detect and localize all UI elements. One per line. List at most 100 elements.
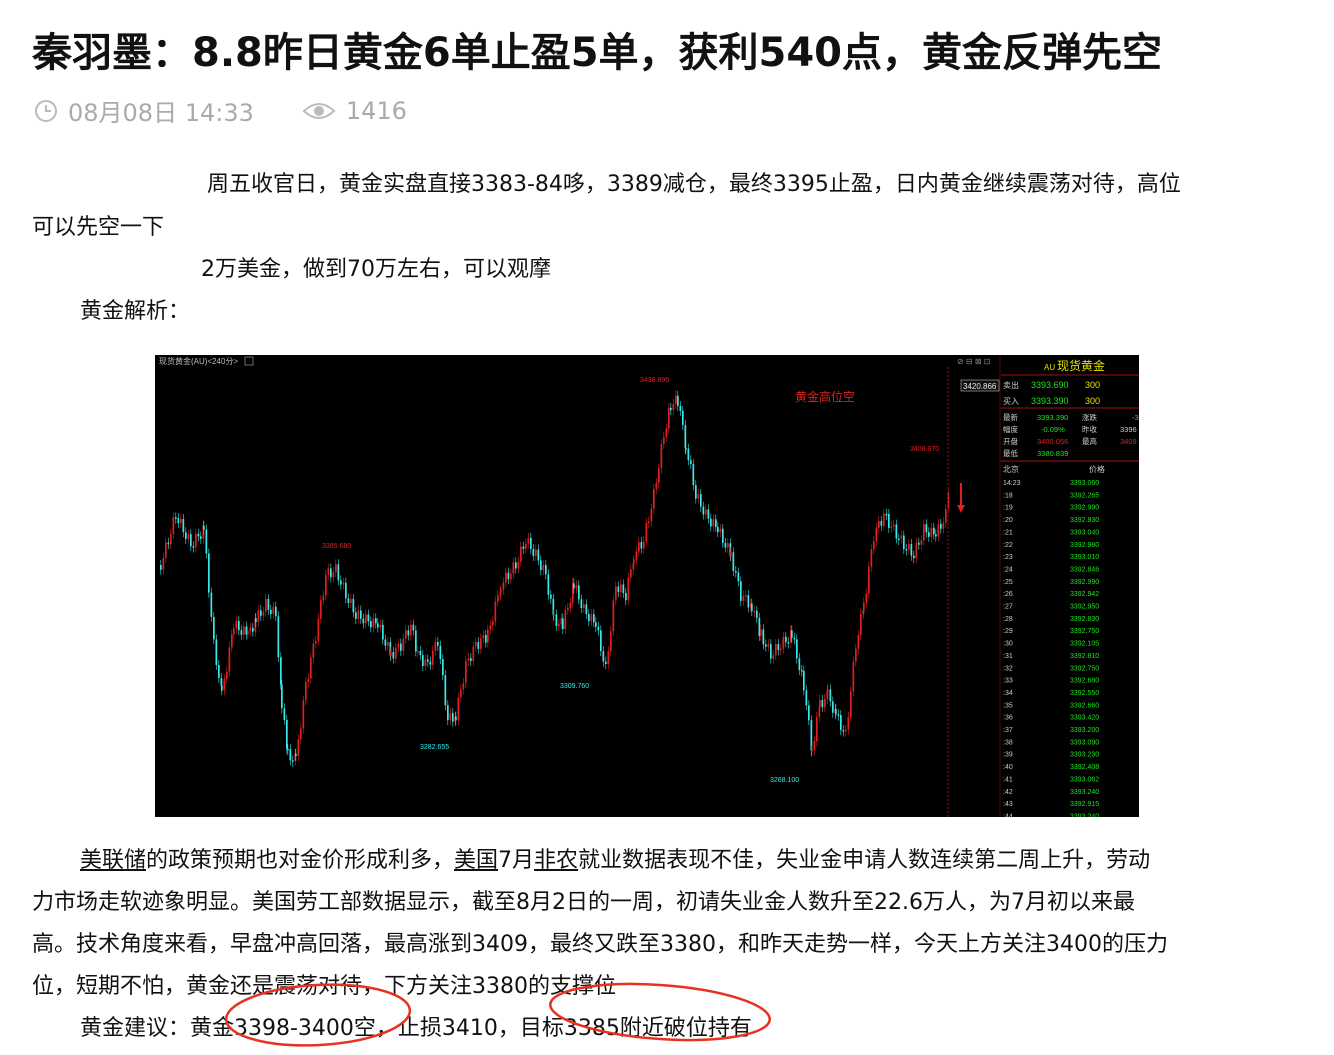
tick-time: :35 <box>1003 702 1013 709</box>
candle-body <box>847 716 850 730</box>
candle-body <box>638 542 640 552</box>
candle-body <box>824 699 826 708</box>
candle-body <box>685 448 687 450</box>
tick-time: :43 <box>1003 801 1013 808</box>
tick-time: :27 <box>1003 604 1013 611</box>
candle-body <box>665 428 668 437</box>
tick-time: :20 <box>1003 517 1013 524</box>
candle-body <box>272 606 275 614</box>
candle-body <box>260 610 262 616</box>
candle-body <box>735 571 737 573</box>
candle-body <box>620 584 622 593</box>
candle-body <box>555 614 558 626</box>
candle-body <box>270 609 272 614</box>
candle-body <box>558 624 560 626</box>
candle-body <box>695 485 697 499</box>
link-nonfarm[interactable]: 非农 <box>534 848 578 873</box>
candle-body <box>791 630 793 638</box>
tick-time: :31 <box>1003 653 1013 660</box>
candle-body <box>215 639 218 666</box>
candle-body <box>782 636 785 649</box>
candle-body <box>933 527 935 535</box>
tick-time: :26 <box>1003 591 1013 598</box>
candle-body <box>257 610 260 623</box>
article-meta: 08月08日 14:33 1416 <box>34 93 407 128</box>
view-count: 1416 <box>345 96 407 125</box>
candle-body <box>277 616 280 658</box>
candle-body <box>840 714 842 731</box>
candle-body <box>437 642 439 646</box>
svg-text:3400.056: 3400.056 <box>1037 437 1068 446</box>
candlestick-series <box>160 390 950 767</box>
candle-body <box>190 534 192 547</box>
candle-body <box>200 536 202 539</box>
candle-body <box>751 603 753 611</box>
svg-text:最新: 最新 <box>1003 412 1018 422</box>
candle-body <box>387 642 389 646</box>
candle-body <box>377 623 379 628</box>
chart-menu-icon <box>244 356 254 366</box>
candle-body <box>580 599 583 608</box>
candle-body <box>630 569 632 578</box>
candle-body <box>658 468 660 483</box>
candle-body <box>315 640 317 644</box>
candle-body <box>682 410 684 426</box>
tick-price: 3392.680 <box>1070 678 1099 685</box>
svg-text:3380.839: 3380.839 <box>1037 449 1068 458</box>
candle-body <box>310 657 312 679</box>
tick-price: 3393.240 <box>1070 813 1099 817</box>
candle-body <box>249 627 252 632</box>
price-tag: 3420.866 <box>963 382 997 391</box>
candle-body <box>542 565 545 571</box>
candle-body <box>819 700 821 708</box>
quote-title: 现货黄金 <box>1057 358 1105 373</box>
candle-body <box>653 489 655 509</box>
candle-body <box>575 585 578 589</box>
candle-body <box>497 595 499 602</box>
tick-time: :39 <box>1003 752 1013 759</box>
candle-body <box>765 644 767 647</box>
candle-body <box>893 524 895 527</box>
tick-price: 3393.200 <box>1070 727 1099 734</box>
candle-body <box>275 606 277 617</box>
candle-body <box>177 518 180 524</box>
candle-body <box>923 524 925 541</box>
tick-time: :24 <box>1003 566 1013 573</box>
candle-body <box>422 655 424 666</box>
candle-body <box>424 659 427 666</box>
tick-price: 3392.942 <box>1070 591 1099 598</box>
svg-text:最低: 最低 <box>1003 448 1018 458</box>
tick-price: 3392.660 <box>1070 702 1099 709</box>
tick-time: 14:23 <box>1003 480 1021 487</box>
candle-body <box>337 564 340 581</box>
candle-body <box>633 560 635 564</box>
candle-body <box>379 624 382 628</box>
candle-body <box>292 760 294 762</box>
candle-body <box>162 557 165 570</box>
candle-body <box>267 599 270 610</box>
candle-body <box>302 700 305 729</box>
tick-time: :29 <box>1003 628 1013 635</box>
link-usa[interactable]: 美国 <box>454 848 498 873</box>
candle-body <box>740 581 742 601</box>
candle-body <box>180 519 182 524</box>
candle-body <box>307 678 310 682</box>
svg-text:3396: 3396 <box>1120 425 1137 434</box>
candle-body <box>870 549 873 567</box>
candle-body <box>520 546 522 562</box>
quote-panel: AU 现货黄金 卖出 3393.690 300 买入 3393.390 300 … <box>1001 358 1139 817</box>
candle-body <box>588 613 590 622</box>
link-fed[interactable]: 美联储 <box>80 848 146 873</box>
tick-time: :23 <box>1003 554 1013 561</box>
candle-body <box>175 517 177 519</box>
candle-body <box>515 562 517 569</box>
svg-text:-0.09%: -0.09% <box>1041 425 1065 434</box>
candle-body <box>908 544 910 550</box>
candle-body <box>697 494 700 499</box>
candle-body <box>593 614 595 623</box>
candle-body <box>295 753 297 756</box>
candle-body <box>243 626 245 635</box>
tick-price: 3392.408 <box>1070 764 1099 771</box>
paragraph-3: 黄金解析： <box>80 299 191 324</box>
candle-body <box>455 716 457 721</box>
